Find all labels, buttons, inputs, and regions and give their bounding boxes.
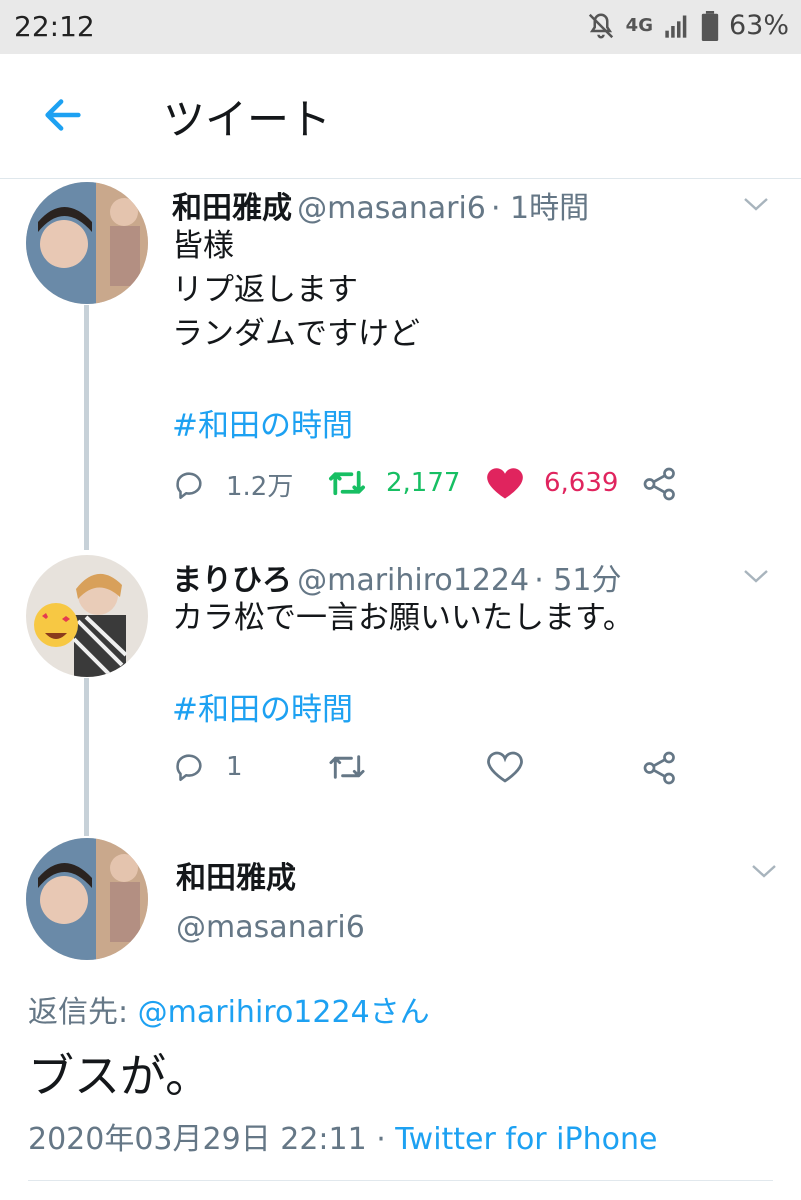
tweet-header: まりひろ @marihiro1224 · 51分 (172, 555, 621, 599)
retweet-count: 2,177 (386, 468, 461, 498)
retweet-button[interactable] (328, 750, 386, 784)
status-icons: 4G 63% (586, 10, 789, 41)
retweet-button[interactable]: 2,177 (328, 466, 460, 500)
tweet-text-line: リプ返します (172, 272, 358, 308)
retweet-icon (329, 755, 365, 779)
like-count: 6,639 (544, 468, 619, 498)
status-time: 22:12 (14, 10, 95, 43)
display-name[interactable]: まりひろ (172, 563, 292, 598)
chevron-down-icon[interactable] (750, 862, 778, 880)
like-button[interactable]: 6,639 (486, 466, 618, 500)
hashtag-link[interactable]: #和田の時間 (172, 400, 353, 445)
thread-line (84, 678, 89, 836)
reply-count: 1.2万 (226, 472, 294, 502)
reply-to-link[interactable]: @marihiro1224さん (138, 995, 430, 1030)
reply-button[interactable]: 1.2万 (172, 466, 293, 503)
tweet-text-line: ランダムですけど (172, 316, 420, 352)
chevron-down-icon[interactable] (742, 195, 770, 213)
reply-prefix: 返信先: (28, 995, 138, 1030)
meta-separator: · (366, 1122, 396, 1157)
mute-icon (588, 12, 613, 38)
share-icon (643, 751, 675, 785)
share-icon (643, 467, 675, 501)
handle[interactable]: @marihiro1224 (297, 563, 529, 598)
reply-icon (176, 471, 202, 499)
status-bar: 22:12 4G 63% (0, 0, 801, 54)
reply-button[interactable]: 1 (172, 750, 243, 784)
avatar[interactable] (26, 838, 148, 960)
tweet-text: カラ松で一言お願いいたします。 (172, 600, 634, 636)
share-button[interactable] (642, 466, 698, 502)
like-button[interactable] (486, 750, 544, 784)
signal-icon (665, 15, 687, 38)
tweet-time: · 1時間 (490, 191, 590, 226)
battery-icon (701, 10, 719, 41)
reply-context: 返信先: @marihiro1224さん (28, 987, 430, 1031)
avatar[interactable] (26, 555, 148, 677)
tweet-header: 和田雅成 @masanari6 · 1時間 (172, 183, 589, 227)
handle[interactable]: @masanari6 (297, 191, 486, 226)
heart-filled-icon (487, 468, 523, 499)
chevron-down-icon[interactable] (742, 567, 770, 585)
tweet-text: ブスが。 (28, 1049, 212, 1103)
thread-line (84, 305, 89, 550)
header-bar: ツイート (0, 54, 801, 179)
back-arrow-icon[interactable] (40, 92, 86, 138)
tweet-text-line: 皆様 (172, 228, 234, 264)
hashtag-link[interactable]: #和田の時間 (172, 684, 353, 729)
handle[interactable]: @masanari6 (176, 910, 365, 945)
tweet-meta: 2020年03月29日 22:11 · Twitter for iPhone (28, 1114, 657, 1158)
page-title: ツイート (163, 95, 332, 144)
retweet-icon (329, 470, 365, 496)
network-type: 4G (625, 15, 653, 36)
avatar[interactable] (26, 182, 148, 304)
tweet-source-link[interactable]: Twitter for iPhone (395, 1122, 657, 1157)
divider (28, 1180, 773, 1181)
heart-outline-icon (487, 751, 523, 783)
display-name[interactable]: 和田雅成 (172, 191, 292, 226)
battery-level: 63% (728, 10, 789, 41)
reply-count: 1 (226, 752, 243, 782)
share-button[interactable] (642, 750, 698, 786)
tweet-time: · 51分 (534, 563, 622, 598)
tweet-timestamp: 2020年03月29日 22:11 (28, 1122, 367, 1157)
reply-icon (176, 754, 202, 782)
display-name[interactable]: 和田雅成 (176, 853, 296, 897)
